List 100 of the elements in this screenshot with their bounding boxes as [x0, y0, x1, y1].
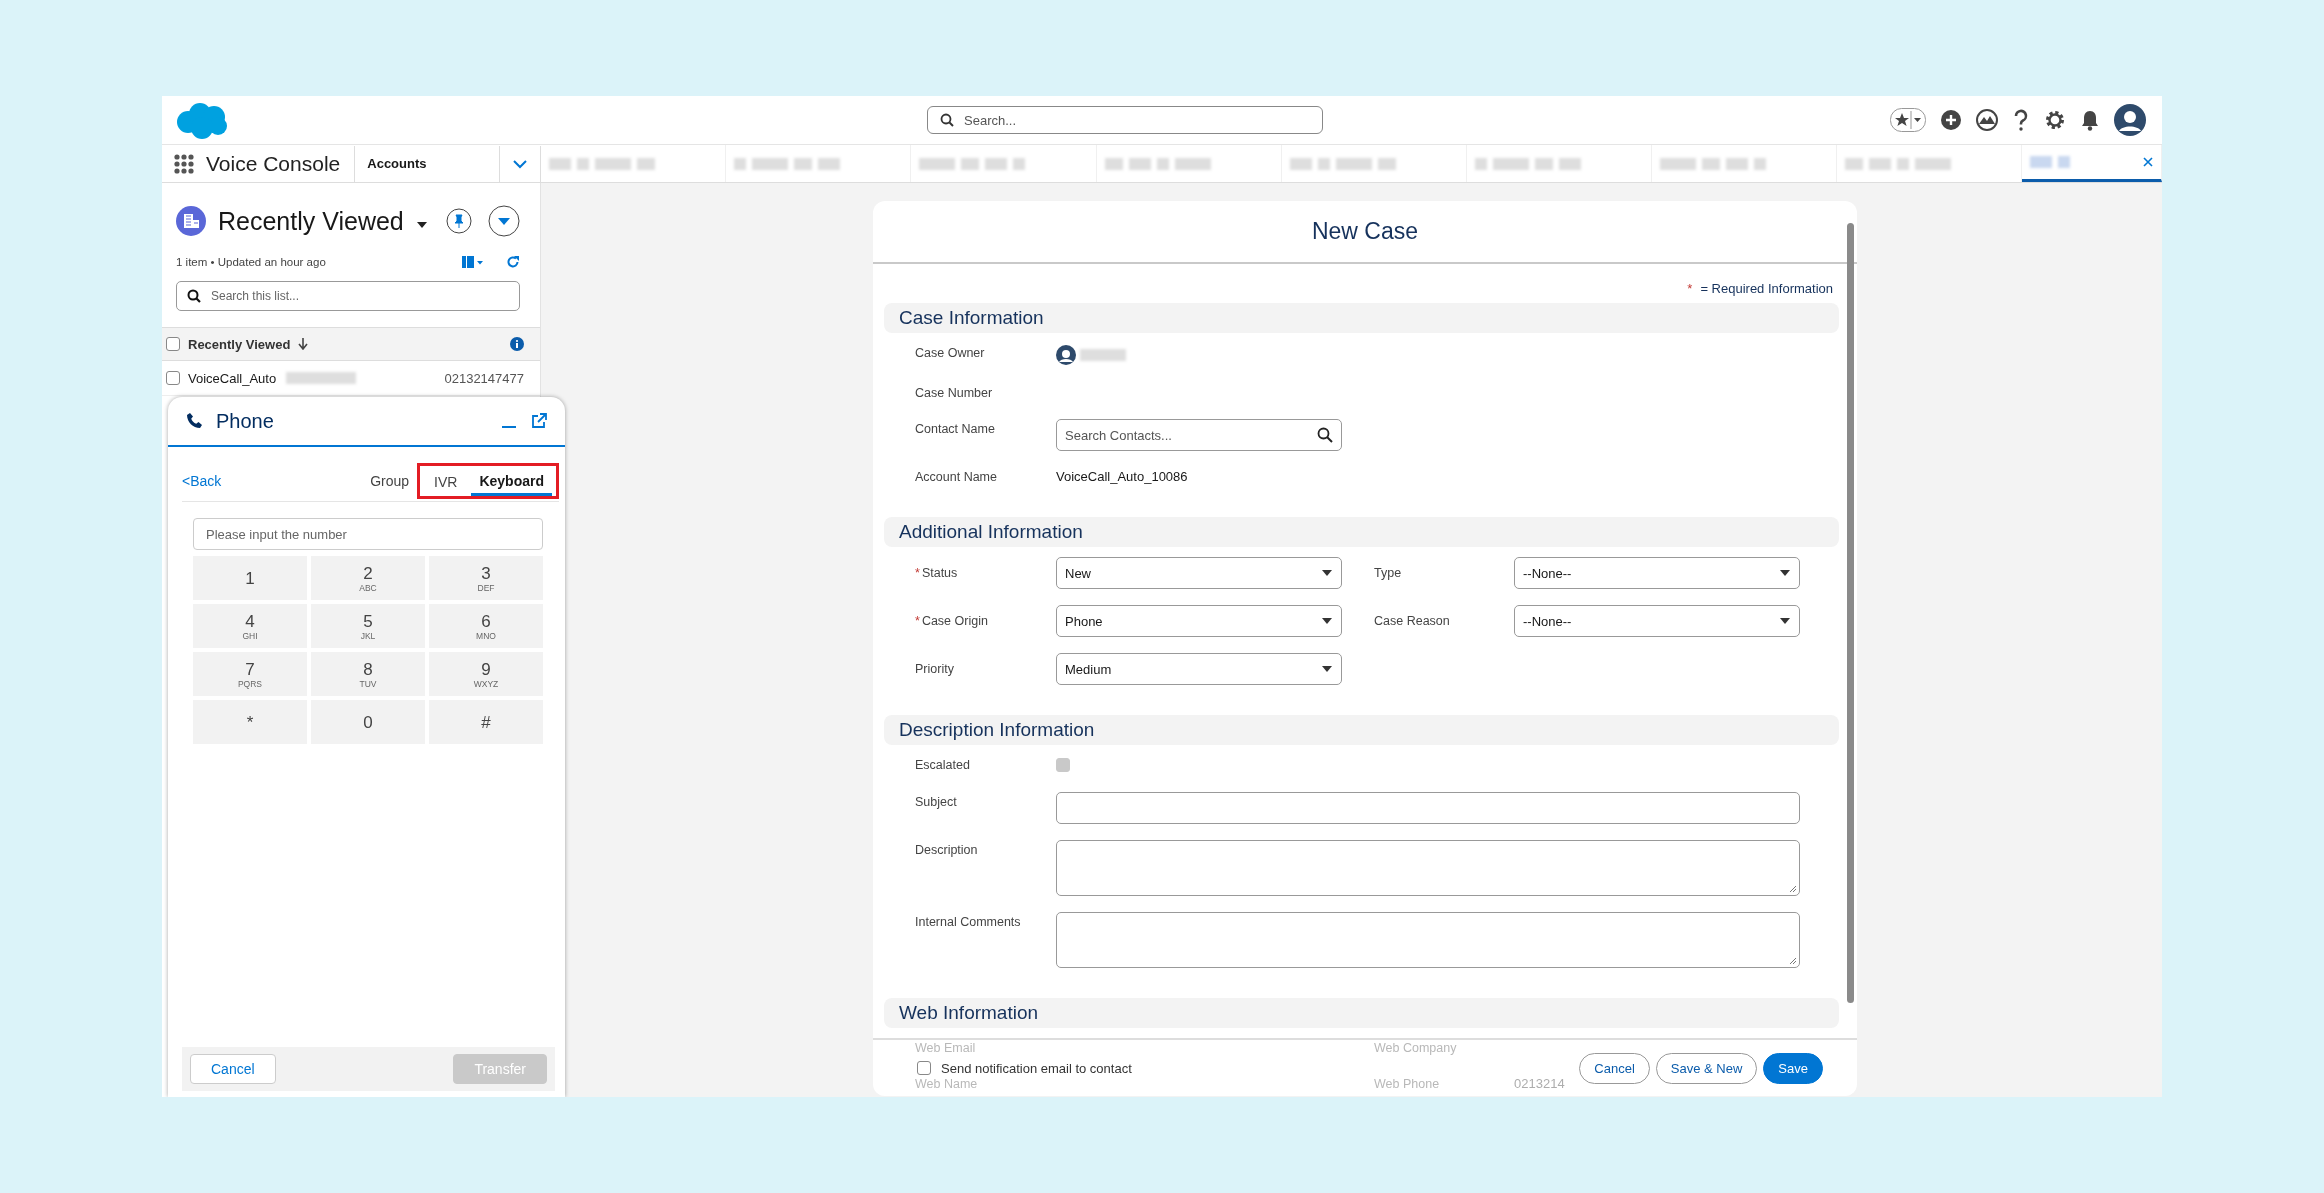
help-icon[interactable] — [2012, 109, 2030, 131]
number-input-field[interactable]: Please input the number — [193, 518, 543, 550]
redacted-text — [2058, 156, 2070, 168]
cloud-logo[interactable] — [174, 100, 230, 140]
user-avatar-icon — [1056, 345, 1076, 365]
picklist[interactable]: --None-- — [1514, 557, 1800, 589]
section-header: Description Information — [884, 715, 1839, 745]
save-button[interactable]: Save — [1763, 1052, 1823, 1084]
checkbox[interactable] — [917, 1061, 931, 1075]
display-as-icon[interactable] — [462, 255, 484, 269]
redacted-text — [1659, 157, 1696, 170]
redacted-text — [1701, 157, 1720, 170]
redacted-text — [1844, 157, 1863, 170]
resize-grip-icon — [1789, 885, 1797, 893]
checkbox[interactable] — [166, 337, 180, 351]
redacted-text — [1156, 157, 1169, 170]
lookup-field[interactable]: Search Contacts... — [1056, 419, 1342, 451]
redacted-text — [1558, 157, 1581, 170]
add-icon[interactable] — [1940, 109, 1962, 131]
chevron-down-icon[interactable] — [512, 158, 529, 169]
redacted-text — [1753, 157, 1766, 170]
search-icon — [187, 289, 201, 303]
refresh-icon[interactable] — [506, 255, 520, 269]
redacted-text — [919, 157, 956, 170]
checkbox[interactable] — [166, 371, 180, 385]
workspace-tab[interactable] — [2022, 145, 2162, 182]
redacted-text — [1377, 157, 1396, 170]
app-launcher-icon[interactable] — [174, 153, 194, 174]
required-mark: * — [1687, 281, 1693, 296]
key-digit: 2 — [363, 563, 373, 583]
redacted-text — [1335, 157, 1372, 170]
column-header[interactable]: Recently Viewed — [188, 336, 291, 352]
settings-icon[interactable] — [2044, 109, 2066, 131]
record-link[interactable]: VoiceCall_Auto — [188, 370, 277, 386]
section-header: Additional Information — [884, 517, 1839, 547]
save-and-new-button[interactable]: Save & New — [1655, 1052, 1758, 1084]
picklist[interactable]: Phone — [1056, 605, 1342, 637]
keypad-key[interactable]: 7 PQRS — [193, 652, 307, 696]
keypad-key[interactable]: 5 JKL — [311, 604, 425, 648]
keypad-key[interactable]: 8 TUV — [311, 652, 425, 696]
back-link[interactable]: <Back — [182, 473, 222, 489]
search-icon — [1317, 427, 1333, 443]
redacted-text — [577, 157, 590, 170]
keypad-key[interactable]: 2 ABC — [311, 556, 425, 600]
dropdown-button[interactable] — [487, 205, 520, 237]
object-tab[interactable]: Accounts — [354, 145, 500, 182]
field-value: VoiceCall_Auto_10086 — [1056, 468, 1189, 486]
keypad-key[interactable]: 3 DEF — [429, 556, 543, 600]
text-area[interactable] — [1056, 840, 1800, 896]
redacted-text — [1492, 157, 1529, 170]
picklist[interactable]: New — [1056, 557, 1342, 589]
text-input[interactable] — [1056, 792, 1800, 824]
key-letters: ABC — [359, 582, 377, 593]
mountain-icon[interactable] — [1976, 109, 1998, 131]
key-digit: 5 — [363, 611, 373, 631]
redacted-text — [1896, 157, 1909, 170]
caret-down-icon[interactable] — [415, 221, 428, 229]
required-mark: * — [915, 614, 920, 628]
cancel-button[interactable]: Cancel — [1579, 1052, 1650, 1084]
cancel-button[interactable]: Cancel — [190, 1054, 276, 1084]
list-view-info: 1 item • Updated an hour ago — [176, 256, 327, 268]
keypad-key[interactable]: 0 — [311, 700, 425, 744]
keypad-key[interactable]: 1 — [193, 556, 307, 600]
redacted-text — [961, 157, 980, 170]
user-avatar-icon[interactable] — [2114, 104, 2146, 136]
app-name: Voice Console — [206, 151, 342, 176]
pop-out-icon[interactable] — [531, 413, 547, 429]
notification-bell-icon[interactable] — [2080, 109, 2100, 131]
search-field[interactable]: Search this list... — [176, 281, 520, 311]
tab[interactable]: Group — [362, 465, 418, 497]
picklist[interactable]: Medium — [1056, 653, 1342, 685]
key-digit: 4 — [245, 611, 255, 631]
keypad-key[interactable]: # — [429, 700, 543, 744]
scrollbar[interactable] — [1847, 223, 1854, 1003]
redacted-text — [1317, 157, 1330, 170]
list-view-title[interactable]: Recently Viewed — [218, 206, 404, 236]
checkbox-label: Send notification email to contact — [941, 1060, 1132, 1076]
redacted-text — [286, 372, 357, 384]
redacted-text — [818, 157, 841, 170]
keypad-key[interactable]: * — [193, 700, 307, 744]
keypad-key[interactable]: 9 WXYZ — [429, 652, 543, 696]
resize-grip-icon — [1789, 957, 1797, 965]
tab[interactable]: Keyboard — [471, 466, 552, 496]
redacted-text — [1104, 157, 1123, 170]
key-digit: 9 — [481, 659, 491, 679]
search-field[interactable]: Search... — [927, 106, 1323, 134]
redacted-text — [1174, 157, 1211, 170]
redacted-text — [1013, 157, 1026, 170]
text-area[interactable] — [1056, 912, 1800, 968]
close-icon[interactable] — [2143, 157, 2153, 167]
key-letters: WXYZ — [473, 678, 499, 689]
tab[interactable]: IVR — [426, 468, 466, 494]
pin-button[interactable] — [445, 208, 472, 234]
keypad-key[interactable]: 4 GHI — [193, 604, 307, 648]
key-letters: DEF — [477, 582, 495, 593]
account-icon — [176, 206, 206, 236]
required-mark: * — [915, 566, 920, 580]
redacted-text — [1534, 157, 1553, 170]
keypad-key[interactable]: 6 MNO — [429, 604, 543, 648]
picklist[interactable]: --None-- — [1514, 605, 1800, 637]
